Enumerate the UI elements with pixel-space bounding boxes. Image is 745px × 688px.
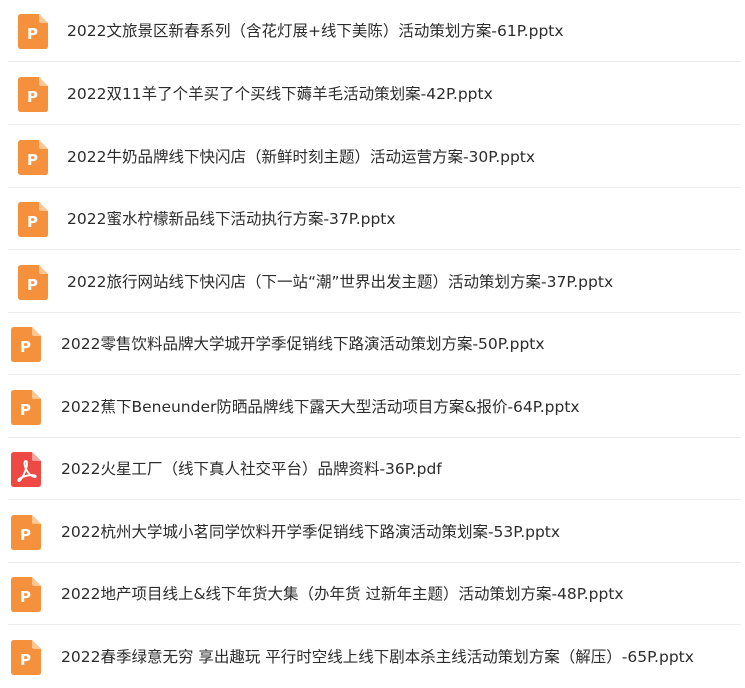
file-row[interactable]: P 2022零售饮料品牌大学城开学季促销线下路演活动策划方案-50P.pptx (8, 313, 741, 375)
svg-text:P: P (27, 151, 38, 169)
svg-text:P: P (27, 213, 38, 231)
svg-text:P: P (20, 338, 31, 356)
ppt-file-icon: P (11, 327, 41, 362)
file-row[interactable]: P 2022春季绿意无穷 享出趣玩 平行时空线上线下剧本杀主线活动策划方案（解压）… (8, 626, 741, 688)
ppt-file-icon: P (11, 577, 41, 612)
file-row[interactable]: P 2022蕉下Beneunder防晒品牌线下露天大型活动项目方案&报价-64P.… (8, 376, 741, 438)
svg-text:P: P (27, 276, 38, 294)
file-name: 2022蕉下Beneunder防晒品牌线下露天大型活动项目方案&报价-64P.p… (61, 398, 580, 416)
ppt-file-icon: P (18, 14, 48, 49)
file-row[interactable]: P 2022文旅景区新春系列（含花灯展+线下美陈）活动策划方案-61P.pptx (8, 0, 741, 62)
ppt-file-icon: P (11, 640, 41, 675)
svg-text:P: P (20, 651, 31, 669)
ppt-file-icon: P (11, 390, 41, 425)
ppt-file-icon: P (18, 140, 48, 175)
file-name: 2022火星工厂（线下真人社交平台）品牌资料-36P.pdf (61, 460, 442, 478)
file-row[interactable]: P 2022旅行网站线下快闪店（下一站“潮”世界出发主题）活动策划方案-37P.p… (8, 251, 741, 313)
svg-text:P: P (27, 25, 38, 43)
file-row[interactable]: 2022火星工厂（线下真人社交平台）品牌资料-36P.pdf (8, 438, 741, 500)
file-name: 2022文旅景区新春系列（含花灯展+线下美陈）活动策划方案-61P.pptx (67, 22, 564, 40)
file-name: 2022旅行网站线下快闪店（下一站“潮”世界出发主题）活动策划方案-37P.pp… (67, 273, 614, 291)
file-name: 2022零售饮料品牌大学城开学季促销线下路演活动策划方案-50P.pptx (61, 335, 545, 353)
file-name: 2022蜜水柠檬新品线下活动执行方案-37P.pptx (67, 210, 396, 228)
file-list: P 2022文旅景区新春系列（含花灯展+线下美陈）活动策划方案-61P.pptx P… (0, 0, 745, 684)
file-name: 2022杭州大学城小茗同学饮料开学季促销线下路演活动策划案-53P.pptx (61, 523, 561, 541)
file-name: 2022双11羊了个羊买了个买线下薅羊毛活动策划案-42P.pptx (67, 85, 493, 103)
file-row[interactable]: P 2022双11羊了个羊买了个买线下薅羊毛活动策划案-42P.pptx (8, 63, 741, 125)
svg-text:P: P (20, 401, 31, 419)
file-row[interactable]: P 2022牛奶品牌线下快闪店（新鲜时刻主题）活动运营方案-30P.pptx (8, 126, 741, 188)
ppt-file-icon: P (11, 515, 41, 550)
svg-text:P: P (27, 88, 38, 106)
ppt-file-icon: P (18, 77, 48, 112)
file-name: 2022地产项目线上&线下年货大集（办年货 过新年主题）活动策划方案-48P.p… (61, 585, 624, 603)
file-name: 2022春季绿意无穷 享出趣玩 平行时空线上线下剧本杀主线活动策划方案（解压）-… (61, 648, 694, 666)
ppt-file-icon: P (18, 202, 48, 237)
file-row[interactable]: P 2022杭州大学城小茗同学饮料开学季促销线下路演活动策划案-53P.pptx (8, 501, 741, 563)
pdf-file-icon (11, 452, 41, 487)
svg-text:P: P (20, 526, 31, 544)
file-row[interactable]: P 2022蜜水柠檬新品线下活动执行方案-37P.pptx (8, 188, 741, 250)
file-row[interactable]: P 2022地产项目线上&线下年货大集（办年货 过新年主题）活动策划方案-48P.… (8, 563, 741, 625)
file-name: 2022牛奶品牌线下快闪店（新鲜时刻主题）活动运营方案-30P.pptx (67, 148, 536, 166)
svg-text:P: P (20, 588, 31, 606)
ppt-file-icon: P (18, 265, 48, 300)
